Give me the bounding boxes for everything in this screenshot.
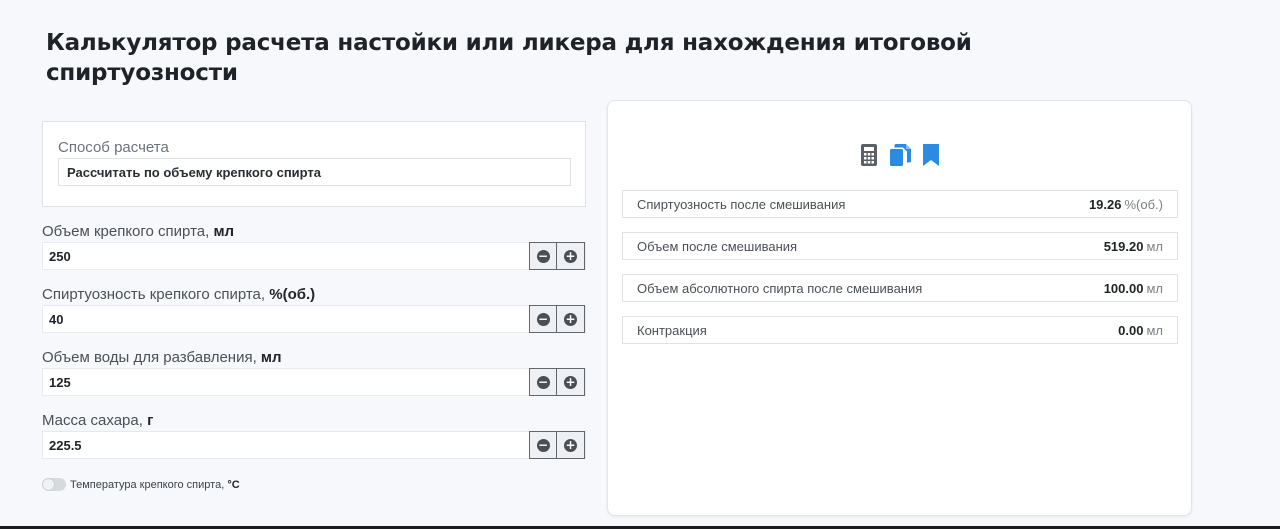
temperature-toggle-label: Температура крепкого спирта, °C: [70, 478, 240, 491]
results-toolbar: [860, 143, 940, 167]
increment-button[interactable]: +: [557, 242, 585, 270]
copy-icon[interactable]: [888, 143, 912, 167]
strong-spirit-volume-input[interactable]: [43, 243, 529, 269]
result-value: 519.20 мл: [1103, 238, 1163, 254]
page-title: Калькулятор расчета настойки или ликера …: [46, 30, 972, 86]
calculation-method-label: Способ расчета: [58, 139, 169, 156]
minus-circle-icon: −: [536, 311, 550, 326]
minus-circle-icon: −: [536, 437, 550, 452]
results-card: Спиртуозность после смешивания 19.26 %(об…: [607, 100, 1192, 516]
dilution-water-volume-label: Объем воды для разбавления, мл: [42, 349, 282, 366]
sugar-mass-input[interactable]: [43, 432, 529, 458]
plus-circle-icon: +: [564, 374, 577, 389]
sugar-mass-row: − +: [42, 431, 586, 459]
increment-button[interactable]: +: [557, 305, 585, 333]
temperature-toggle-group: Температура крепкого спирта, °C: [42, 478, 240, 491]
result-abv-row: Спиртуозность после смешивания 19.26 %(об…: [622, 190, 1178, 218]
result-label: Объем после смешивания: [637, 238, 798, 254]
result-value: 0.00 мл: [1118, 322, 1163, 338]
bookmark-icon[interactable]: [922, 143, 940, 167]
calculation-method-select[interactable]: Рассчитать по объему крепкого спирта: [58, 158, 571, 186]
calculation-method-panel: Способ расчета Рассчитать по объему креп…: [42, 121, 586, 207]
result-value: 100.00 мл: [1103, 280, 1163, 296]
strong-spirit-volume-row: − +: [42, 242, 586, 270]
dilution-water-volume-input[interactable]: [43, 369, 529, 395]
result-volume-row: Объем после смешивания 519.20 мл: [622, 232, 1178, 260]
increment-button[interactable]: +: [557, 431, 585, 459]
calculator-icon[interactable]: [860, 143, 878, 167]
result-value: 19.26 %(об.): [1088, 196, 1163, 212]
strong-spirit-abv-label: Спиртуозность крепкого спирта, %(об.): [42, 286, 316, 303]
result-absolute-alcohol-row: Объем абсолютного спирта после смешивани…: [622, 274, 1178, 302]
strong-spirit-volume-label: Объем крепкого спирта, мл: [42, 223, 235, 240]
increment-button[interactable]: +: [557, 368, 585, 396]
result-label: Спиртуозность после смешивания: [637, 196, 846, 212]
sugar-mass-label: Масса сахара, г: [42, 412, 154, 429]
plus-circle-icon: +: [564, 311, 577, 326]
plus-circle-icon: +: [564, 437, 577, 452]
decrement-button[interactable]: −: [529, 305, 557, 333]
minus-circle-icon: −: [536, 374, 550, 389]
strong-spirit-abv-input[interactable]: [43, 306, 529, 332]
minus-circle-icon: −: [536, 248, 550, 263]
decrement-button[interactable]: −: [529, 431, 557, 459]
result-contraction-row: Контракция 0.00 мл: [622, 316, 1178, 344]
dilution-water-volume-row: − +: [42, 368, 586, 396]
result-label: Контракция: [637, 322, 707, 338]
decrement-button[interactable]: −: [529, 368, 557, 396]
result-label: Объем абсолютного спирта после смешивани…: [637, 280, 923, 296]
plus-circle-icon: +: [564, 248, 577, 263]
toggle-knob: [43, 479, 54, 490]
temperature-toggle[interactable]: [42, 478, 66, 491]
decrement-button[interactable]: −: [529, 242, 557, 270]
strong-spirit-abv-row: − +: [42, 305, 586, 333]
